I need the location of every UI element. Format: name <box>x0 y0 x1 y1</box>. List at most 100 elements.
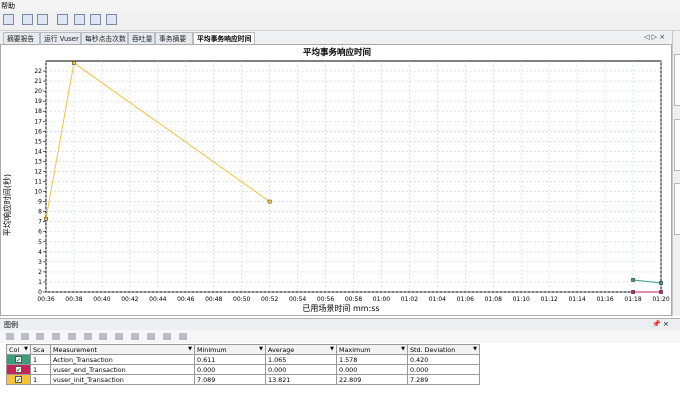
x-tick-label: 00:58 <box>345 296 362 303</box>
y-tick-label: 13 <box>34 158 42 165</box>
x-tick-label: 01:08 <box>485 296 502 303</box>
data-point <box>72 61 76 65</box>
x-axis-label: 已用场景时间 mm:ss <box>302 303 379 313</box>
col-header-color[interactable]: Col ▼ <box>6 344 31 355</box>
menu-bar: 帮助 <box>0 0 680 11</box>
data-point <box>631 290 635 294</box>
legend-tool-icon[interactable] <box>131 333 139 340</box>
filter-icon[interactable] <box>74 14 85 25</box>
legend-tool-icon[interactable] <box>179 333 187 340</box>
col-header-std-deviation[interactable]: Std. Deviation ▼ <box>407 344 480 355</box>
x-tick-label: 00:38 <box>65 296 82 303</box>
export-icon[interactable] <box>106 14 117 25</box>
legend-table: Col ▼ Sca Measurement ▼ Minimum ▼ Average ▼ … <box>6 344 480 385</box>
data-point <box>44 216 48 221</box>
y-tick-label: 19 <box>34 98 42 105</box>
y-tick-label: 7 <box>38 219 42 226</box>
y-tick-label: 21 <box>34 78 42 85</box>
legend-row[interactable]: ✔ 1 vuser_init_Transaction 7.089 13.821 … <box>6 374 480 385</box>
col-header-maximum[interactable]: Maximum ▼ <box>336 344 408 355</box>
legend-tool-icon[interactable] <box>52 333 60 340</box>
response-time-chart: 平均事务响应时间 00:36 00:38 00:40 00:42 00:44 00:46 0… <box>2 47 670 313</box>
scale-cell: 1 <box>30 364 51 375</box>
data-point <box>659 281 663 285</box>
minimum-cell: 7.089 <box>194 374 266 385</box>
checkbox[interactable]: ✔ <box>15 365 22 374</box>
data-point <box>659 290 663 294</box>
x-tick-label: 00:52 <box>261 296 278 303</box>
y-tick-label: 20 <box>34 88 42 95</box>
y-tick-label: 14 <box>34 148 42 155</box>
legend-tool-icon[interactable] <box>84 333 92 340</box>
y-tick-label: 3 <box>38 259 42 266</box>
y-tick-label: 4 <box>38 249 42 256</box>
tab-throughput[interactable]: 吞吐量 <box>128 32 155 44</box>
measurement-cell: vuser_init_Transaction <box>50 374 195 385</box>
color-swatch[interactable]: ✔ <box>6 374 31 385</box>
x-tick-label: 01:10 <box>513 296 530 303</box>
y-tick-label: 9 <box>38 199 42 206</box>
legend-tool-icon[interactable] <box>163 333 171 340</box>
average-cell: 0.000 <box>265 364 337 375</box>
data-point <box>267 199 272 204</box>
tab-running-vusers[interactable]: 运行 Vuser <box>40 32 81 44</box>
legend-header-row: Col ▼ Sca Measurement ▼ Minimum ▼ Average ▼ … <box>6 344 480 355</box>
x-tick-label: 00:46 <box>177 296 194 303</box>
y-tick-label: 1 <box>38 279 42 286</box>
legend-table-area: Col ▼ Sca Measurement ▼ Minimum ▼ Average ▼ … <box>0 343 680 419</box>
legend-tool-icon[interactable] <box>6 333 14 340</box>
x-tick-label: 00:54 <box>289 296 306 303</box>
legend-tool-icon[interactable] <box>21 333 29 340</box>
tab-summary[interactable]: 摘要报告 <box>3 32 40 44</box>
legend-tool-icon[interactable] <box>36 333 44 340</box>
right-panel-time[interactable] <box>674 183 680 235</box>
legend-row[interactable]: ✔ 1 Action_Transaction 0.611 1.065 1.578… <box>6 354 480 365</box>
x-tick-label: 00:36 <box>37 296 54 303</box>
x-tick-label: 01:20 <box>652 296 669 303</box>
color-swatch[interactable]: ✔ <box>6 354 31 365</box>
col-header-minimum[interactable]: Minimum ▼ <box>194 344 266 355</box>
document-icon[interactable] <box>57 14 68 25</box>
y-tick-label: 12 <box>34 168 42 175</box>
col-header-measurement[interactable]: Measurement ▼ <box>50 344 195 355</box>
tab-hits-per-second[interactable]: 每秒点击次数 <box>81 32 128 44</box>
x-tick-label: 01:16 <box>596 296 613 303</box>
measurement-cell: vuser_end_Transaction <box>50 364 195 375</box>
scale-cell: 1 <box>30 374 51 385</box>
x-tick-label: 01:14 <box>568 296 585 303</box>
x-tick-label: 01:12 <box>541 296 558 303</box>
y-tick-label: 2 <box>38 269 42 276</box>
std-cell: 0.000 <box>407 364 480 375</box>
average-cell: 1.065 <box>265 354 337 365</box>
legend-tool-icon[interactable] <box>115 333 123 340</box>
checkbox[interactable]: ✔ <box>15 375 22 384</box>
checkbox[interactable]: ✔ <box>15 355 22 364</box>
std-cell: 0.420 <box>407 354 480 365</box>
legend-tool-icon[interactable] <box>68 333 76 340</box>
chart-frame: 平均事务响应时间 00:36 00:38 00:40 00:42 00:44 00:46 0… <box>0 44 672 316</box>
x-tick-label: 00:50 <box>233 296 250 303</box>
col-header-scale[interactable]: Sca <box>30 344 51 355</box>
y-tick-label: 11 <box>34 179 42 186</box>
tab-transaction-summary[interactable]: 事务摘要 <box>155 32 193 44</box>
right-panel-legend[interactable] <box>674 119 680 171</box>
tab-nav-controls[interactable]: ◁ ▷ × <box>644 33 665 41</box>
y-tick-label: 16 <box>34 128 42 135</box>
chart-title: 平均事务响应时间 <box>303 47 371 58</box>
legend-tool-icon[interactable] <box>99 333 107 340</box>
merge-icon[interactable] <box>90 14 101 25</box>
average-cell: 13.821 <box>265 374 337 385</box>
menu-help[interactable]: 帮助 <box>1 1 15 11</box>
color-swatch[interactable]: ✔ <box>6 364 31 375</box>
right-panel-users[interactable] <box>674 54 680 106</box>
legend-row[interactable]: ✔ 1 vuser_end_Transaction 0.000 0.000 0.… <box>6 364 480 375</box>
graph-icon[interactable] <box>37 14 48 25</box>
copy-icon[interactable] <box>22 14 33 25</box>
col-header-average[interactable]: Average ▼ <box>265 344 337 355</box>
pin-close-icon[interactable]: 📌 × <box>652 320 669 328</box>
maximum-cell: 22.809 <box>336 374 408 385</box>
open-icon[interactable] <box>3 14 14 25</box>
x-tick-label: 00:42 <box>121 296 138 303</box>
y-tick-label: 0 <box>38 289 42 296</box>
legend-tool-icon[interactable] <box>147 333 155 340</box>
